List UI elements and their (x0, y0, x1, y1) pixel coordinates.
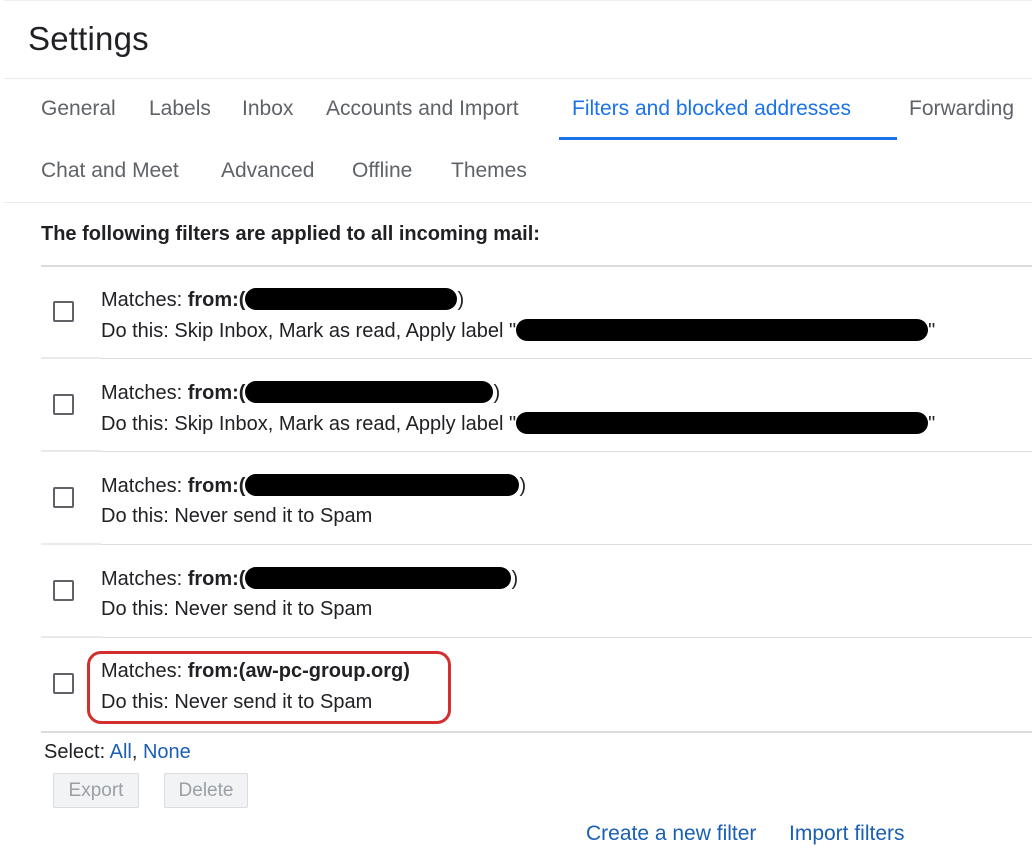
criteria-close: ) (457, 289, 465, 311)
filter-matches: Matches: from:() (101, 474, 526, 498)
select-separator: , (131, 741, 143, 763)
export-button[interactable]: Export (53, 773, 139, 808)
filter-checkbox[interactable] (53, 394, 74, 415)
tab-general[interactable]: General (41, 97, 116, 121)
filter-checkbox[interactable] (53, 580, 74, 601)
filter-action: Do this: Skip Inbox, Mark as read, Apply… (101, 319, 935, 343)
tab-themes[interactable]: Themes (451, 159, 527, 183)
criteria-close: ) (519, 475, 527, 497)
row-divider (101, 451, 1032, 452)
select-label: Select: (44, 741, 110, 763)
import-filters-link[interactable]: Import filters (789, 822, 905, 846)
criteria-label: from:( (187, 568, 246, 590)
red-highlight-annotation (87, 651, 451, 724)
redacted-label (516, 412, 929, 434)
matches-label: Matches: (101, 475, 188, 497)
criteria-label: from:( (187, 382, 246, 404)
row-divider (101, 544, 1032, 545)
page-title: Settings (28, 20, 149, 57)
action-text: Do this: Skip Inbox, Mark as read, Apply… (101, 320, 517, 342)
row-divider-left (41, 357, 101, 359)
row-divider (101, 637, 1032, 638)
row-divider (101, 358, 1032, 359)
header-divider (4, 78, 1032, 79)
matches-label: Matches: (101, 289, 188, 311)
select-all-link[interactable]: All (110, 741, 132, 763)
settings-page: Settings General Labels Inbox Accounts a… (0, 0, 1032, 863)
delete-button[interactable]: Delete (164, 773, 248, 808)
criteria-close: ) (511, 568, 519, 590)
tab-advanced[interactable]: Advanced (221, 159, 314, 183)
filters-heading: The following filters are applied to all… (41, 223, 540, 245)
redacted-sender (245, 474, 520, 496)
filter-row: Matches: from:() Do this: Never send it … (41, 453, 1032, 545)
select-none-link[interactable]: None (143, 741, 191, 763)
action-close: " (928, 413, 936, 435)
row-divider-left (41, 543, 101, 545)
filter-action: Do this: Skip Inbox, Mark as read, Apply… (101, 412, 935, 436)
tab-accounts-and-import[interactable]: Accounts and Import (326, 97, 519, 121)
filter-matches: Matches: from:() (101, 567, 518, 591)
row-divider-left (41, 636, 101, 638)
matches-label: Matches: (101, 568, 188, 590)
row-divider-left (41, 450, 101, 452)
action-close: " (928, 320, 936, 342)
filter-checkbox[interactable] (53, 301, 74, 322)
tab-filters-and-blocked-addresses[interactable]: Filters and blocked addresses (572, 97, 851, 121)
filters-bottom-divider (41, 731, 1032, 733)
redacted-sender (245, 567, 512, 589)
tab-labels[interactable]: Labels (149, 97, 211, 121)
criteria-close: ) (493, 382, 501, 404)
filter-action: Do this: Never send it to Spam (101, 505, 373, 527)
filter-checkbox[interactable] (53, 673, 74, 694)
top-divider (4, 0, 1032, 1)
filter-checkbox[interactable] (53, 487, 74, 508)
criteria-label: from:( (187, 289, 246, 311)
action-text: Do this: Skip Inbox, Mark as read, Apply… (101, 413, 517, 435)
filter-action: Do this: Never send it to Spam (101, 598, 373, 620)
tab-inbox[interactable]: Inbox (242, 97, 293, 121)
redacted-sender (245, 288, 458, 310)
create-new-filter-link[interactable]: Create a new filter (586, 822, 756, 846)
tab-offline[interactable]: Offline (352, 159, 412, 183)
redacted-sender (245, 381, 494, 403)
filter-matches: Matches: from:() (101, 381, 500, 405)
filter-row: Matches: from:() Do this: Skip Inbox, Ma… (41, 360, 1032, 452)
filter-row: Matches: from:() Do this: Never send it … (41, 546, 1032, 638)
filter-row: Matches: from:() Do this: Skip Inbox, Ma… (41, 267, 1032, 359)
select-controls: Select: All, None (44, 741, 191, 764)
criteria-label: from:( (187, 475, 246, 497)
tab-forwarding[interactable]: Forwarding (909, 97, 1014, 121)
matches-label: Matches: (101, 382, 188, 404)
active-tab-indicator (559, 137, 897, 140)
tab-chat-and-meet[interactable]: Chat and Meet (41, 159, 179, 183)
redacted-label (516, 319, 929, 341)
tabs-divider (4, 202, 1032, 203)
filter-matches: Matches: from:() (101, 288, 464, 312)
